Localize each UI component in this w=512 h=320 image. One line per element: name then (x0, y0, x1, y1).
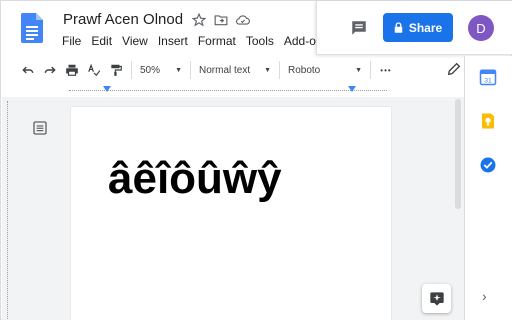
menu-format[interactable]: Format (198, 34, 236, 48)
document-body-text[interactable]: âêîôûŵŷ (108, 154, 282, 204)
editing-mode-icon[interactable] (446, 61, 462, 77)
side-panel: 31 › (464, 56, 512, 320)
toolbar-divider (370, 61, 371, 79)
share-button[interactable]: Share (383, 13, 453, 42)
document-page[interactable]: âêîôûŵŷ (71, 107, 391, 320)
outline-icon[interactable] (32, 120, 48, 136)
zoom-value: 50% (140, 64, 161, 76)
toolbar-divider (131, 61, 132, 79)
toolbar: 50% ▼ Normal text ▼ Roboto ▼ ••• (17, 57, 465, 83)
explore-icon (429, 291, 444, 306)
share-label: Share (408, 20, 443, 35)
menu-tools[interactable]: Tools (246, 34, 274, 48)
chevron-down-icon: ▼ (355, 66, 362, 74)
lock-icon (394, 22, 403, 33)
more-options-icon[interactable]: ••• (375, 59, 397, 81)
font-select[interactable]: Roboto ▼ (284, 60, 366, 80)
svg-text:31: 31 (484, 77, 492, 84)
left-indent-marker[interactable] (103, 86, 111, 92)
chevron-down-icon: ▼ (264, 66, 271, 74)
tasks-icon[interactable] (479, 156, 497, 174)
ruler-scale (69, 90, 387, 91)
menu-bar: File Edit View Insert Format Tools Add-o… (62, 34, 339, 48)
undo-icon[interactable] (17, 59, 39, 81)
toolbar-divider (279, 61, 280, 79)
star-icon[interactable] (191, 12, 207, 28)
docs-window: Prawf Acen Olnod File Edit View Insert F… (0, 0, 512, 320)
vertical-scrollbar[interactable] (455, 99, 461, 209)
cloud-status-icon[interactable] (235, 12, 251, 28)
document-title[interactable]: Prawf Acen Olnod (63, 11, 183, 28)
font-value: Roboto (288, 64, 321, 76)
paragraph-style-value: Normal text (199, 64, 251, 76)
print-icon[interactable] (61, 59, 83, 81)
paragraph-style-select[interactable]: Normal text ▼ (195, 60, 275, 80)
horizontal-ruler[interactable] (15, 85, 463, 97)
zoom-select[interactable]: 50% ▼ (136, 60, 186, 80)
header-actions-panel: Share D (316, 1, 512, 55)
title-actions (191, 12, 251, 28)
redo-icon[interactable] (39, 59, 61, 81)
menu-edit[interactable]: Edit (91, 34, 112, 48)
folder-move-icon[interactable] (213, 12, 229, 28)
docs-logo-icon[interactable] (21, 13, 43, 43)
explore-button[interactable] (422, 284, 451, 313)
avatar[interactable]: D (468, 15, 494, 41)
paint-format-icon[interactable] (105, 59, 127, 81)
menu-view[interactable]: View (122, 34, 148, 48)
comment-icon[interactable] (350, 19, 368, 37)
calendar-icon[interactable]: 31 (479, 68, 497, 86)
toolbar-divider (190, 61, 191, 79)
right-indent-marker[interactable] (348, 86, 356, 92)
keep-icon[interactable] (479, 112, 497, 130)
spellcheck-icon[interactable] (83, 59, 105, 81)
chevron-down-icon: ▼ (175, 66, 182, 74)
vertical-ruler[interactable] (7, 101, 13, 319)
menu-insert[interactable]: Insert (158, 34, 188, 48)
menu-file[interactable]: File (62, 34, 81, 48)
chevron-right-icon[interactable]: › (482, 288, 487, 304)
